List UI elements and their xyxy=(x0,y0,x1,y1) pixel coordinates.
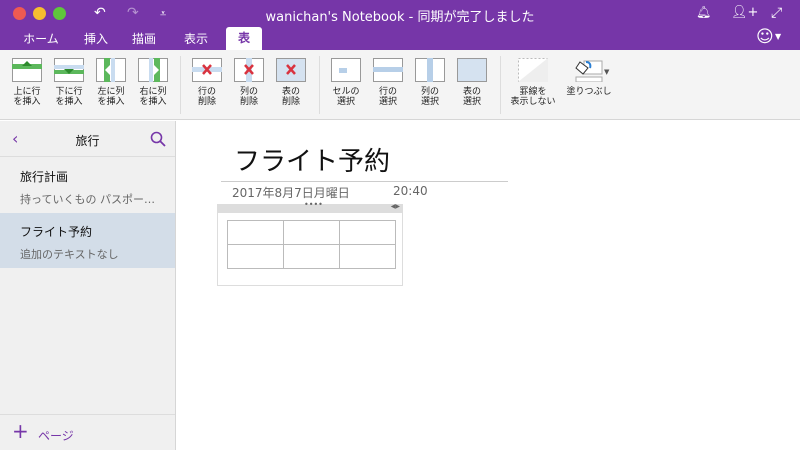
shading-button[interactable]: 塗りつぶし xyxy=(563,58,615,97)
delete-table-button[interactable]: 表の 削除 xyxy=(271,58,311,107)
plus-icon: + xyxy=(12,419,29,443)
select-table-icon xyxy=(457,58,487,82)
select-row-icon xyxy=(373,58,403,82)
select-table-button[interactable]: 表の 選択 xyxy=(452,58,492,107)
delete-row-button[interactable]: 行の 削除 xyxy=(187,58,227,107)
insert-column-left-icon xyxy=(96,58,126,82)
page-title[interactable]: フライト予約 xyxy=(234,141,390,178)
search-icon[interactable] xyxy=(150,131,166,147)
notification-bell-icon[interactable]: 🔔︎ xyxy=(696,5,711,19)
title-underline xyxy=(221,181,508,182)
hide-borders-icon xyxy=(518,58,548,82)
fullscreen-icon[interactable]: ⤢ xyxy=(771,5,782,21)
select-row-button[interactable]: 行の 選択 xyxy=(368,58,408,107)
page-title-label: 旅行計画 xyxy=(20,170,69,184)
select-cell-button[interactable]: セルの 選択 xyxy=(326,58,366,107)
tab-view[interactable]: 表示 xyxy=(176,28,216,50)
divider xyxy=(180,56,181,114)
title-bar: ↶ ↷ ⩡ wanichan's Notebook - 同期が完了しました 🔔︎… xyxy=(0,0,800,50)
table-cell[interactable] xyxy=(227,244,284,269)
insert-row-above-icon xyxy=(12,58,42,82)
divider xyxy=(500,56,501,114)
tab-home[interactable]: ホーム xyxy=(14,28,68,50)
insert-column-left-button[interactable]: 左に列 を挿入 xyxy=(91,58,131,107)
page-preview: 追加のテキストなし xyxy=(20,248,119,261)
share-person-icon[interactable]: 👤︎+ xyxy=(731,5,758,20)
delete-column-button[interactable]: 列の 削除 xyxy=(229,58,269,107)
delete-row-icon xyxy=(192,58,222,82)
select-column-button[interactable]: 列の 選択 xyxy=(410,58,450,107)
paint-bucket-icon xyxy=(575,60,603,82)
divider xyxy=(319,56,320,114)
delete-table-icon xyxy=(276,58,306,82)
chevron-down-icon[interactable]: ▼ xyxy=(775,32,781,41)
table-cell[interactable] xyxy=(227,220,284,245)
page-canvas[interactable]: フライト予約 2017年8月7日月曜日 20:40 •••• ◀▶ xyxy=(177,121,800,450)
insert-column-right-icon xyxy=(138,58,168,82)
hide-borders-button[interactable]: 罫線を 表示しない xyxy=(505,58,561,107)
page-time: 20:40 xyxy=(393,184,428,198)
ribbon: 上に行 を挿入 下に行 を挿入 左に列 を挿入 右に列 を挿入 行の 削除 列の… xyxy=(0,50,800,120)
table-cell[interactable] xyxy=(339,220,396,245)
select-cell-icon xyxy=(331,58,361,82)
add-page-button[interactable]: + ページ xyxy=(0,414,175,450)
table-cell[interactable] xyxy=(283,220,340,245)
table-container[interactable]: •••• ◀▶ xyxy=(217,200,403,286)
table-cell[interactable] xyxy=(339,244,396,269)
smiley-feedback-icon[interactable]: ☺ xyxy=(756,27,774,47)
insert-row-below-button[interactable]: 下に行 を挿入 xyxy=(49,58,89,107)
page-date: 2017年8月7日月曜日 xyxy=(232,186,350,200)
window-title: wanichan's Notebook - 同期が完了しました xyxy=(265,10,535,25)
page-list-item-selected[interactable]: フライト予約 追加のテキストなし xyxy=(0,213,175,268)
page-title-label: フライト予約 xyxy=(20,225,93,239)
insert-row-above-button[interactable]: 上に行 を挿入 xyxy=(7,58,47,107)
table[interactable] xyxy=(227,220,396,269)
insert-column-right-button[interactable]: 右に列 を挿入 xyxy=(133,58,173,107)
container-drag-handle[interactable]: •••• ◀▶ xyxy=(218,200,402,213)
tab-draw[interactable]: 描画 xyxy=(126,28,162,50)
section-title: 旅行 xyxy=(75,134,100,148)
shading-dropdown-icon[interactable]: ▼ xyxy=(604,68,609,76)
page-preview: 持っていくもの パスポー… xyxy=(20,193,155,206)
insert-row-below-icon xyxy=(54,58,84,82)
resize-arrows-icon[interactable]: ◀▶ xyxy=(391,203,400,210)
tab-table[interactable]: 表 xyxy=(226,27,262,50)
sidebar: ‹ 旅行 旅行計画 持っていくもの パスポー… フライト予約 追加のテキストなし… xyxy=(0,121,176,450)
delete-column-icon xyxy=(234,58,264,82)
add-page-label: ページ xyxy=(38,429,74,443)
tab-insert[interactable]: 挿入 xyxy=(78,28,114,50)
page-list-item[interactable]: 旅行計画 持っていくもの パスポー… xyxy=(0,158,175,213)
select-column-icon xyxy=(415,58,445,82)
table-cell[interactable] xyxy=(283,244,340,269)
